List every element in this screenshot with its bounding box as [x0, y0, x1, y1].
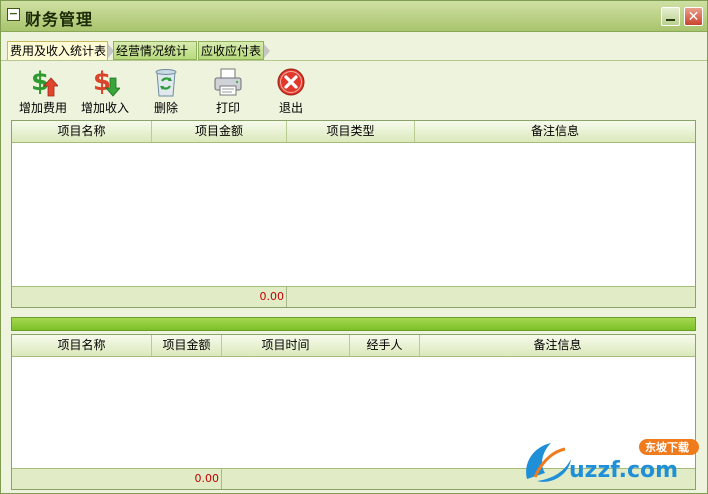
tab-baseline: [1, 60, 707, 61]
money-up-icon: $: [31, 67, 58, 97]
exit-label: 退出: [278, 101, 303, 115]
svg-text:uzzf.com: uzzf.com: [569, 458, 678, 483]
tab-expense-income[interactable]: 费用及收入统计表: [7, 41, 108, 60]
svg-text:东坡下载: 东坡下载: [645, 440, 689, 454]
toolbar: $ 增加费用 $ 增加收入 删除 打印 退出: [1, 63, 707, 117]
table-header: 项目名称 项目金额 项目时间 经手人 备注信息: [12, 335, 695, 357]
column-header[interactable]: 项目金额: [152, 335, 222, 356]
table-footer: 0.00: [12, 286, 695, 307]
tab-strip: 费用及收入统计表 经营情况统计 应收应付表: [1, 41, 707, 61]
panel-splitter[interactable]: [11, 317, 696, 331]
delete-label: 删除: [153, 101, 178, 115]
finance-window: − 财务管理 ✕ 费用及收入统计表 经营情况统计 应收应付表 $ 增加费用 $ …: [0, 0, 708, 494]
uzzf-watermark-logo: uzzf.com 东坡下载: [526, 439, 699, 483]
window-title: 财务管理: [25, 10, 94, 29]
add-income-button[interactable]: $ 增加收入: [75, 63, 135, 117]
column-header[interactable]: 经手人: [350, 335, 420, 356]
close-x-icon: ✕: [687, 8, 700, 25]
column-header[interactable]: 备注信息: [415, 121, 695, 142]
close-button[interactable]: ✕: [684, 7, 703, 26]
expense-income-table[interactable]: 项目名称 项目金额 项目类型 备注信息 0.00: [11, 120, 696, 308]
system-menu-icon[interactable]: −: [7, 8, 20, 21]
column-header[interactable]: 备注信息: [420, 335, 695, 356]
add-expense-label: 增加费用: [18, 101, 67, 115]
svg-text:$: $: [31, 67, 49, 97]
tab-business-stats[interactable]: 经营情况统计: [113, 41, 197, 60]
table-header: 项目名称 项目金额 项目类型 备注信息: [12, 121, 695, 143]
close-circle-icon: [277, 68, 305, 96]
printer-icon: [214, 68, 242, 96]
exit-button[interactable]: 退出: [261, 63, 321, 117]
tab-separator-icon: [264, 44, 270, 58]
column-header[interactable]: 项目名称: [12, 335, 152, 356]
tab-receivable-payable[interactable]: 应收应付表: [198, 41, 264, 60]
title-bar[interactable]: − 财务管理 ✕: [1, 1, 707, 32]
print-label: 打印: [215, 101, 240, 115]
total-amount: 0.00: [152, 469, 222, 489]
column-header[interactable]: 项目名称: [12, 121, 152, 142]
print-button[interactable]: 打印: [198, 63, 258, 117]
recycle-bin-icon: [155, 69, 177, 97]
table-body[interactable]: [12, 143, 695, 286]
column-header[interactable]: 项目金额: [152, 121, 287, 142]
money-down-icon: $: [93, 67, 120, 97]
add-expense-button[interactable]: $ 增加费用: [13, 63, 73, 117]
total-amount: 0.00: [152, 287, 287, 307]
column-header[interactable]: 项目时间: [222, 335, 350, 356]
add-income-label: 增加收入: [80, 101, 129, 115]
column-header[interactable]: 项目类型: [287, 121, 415, 142]
svg-text:$: $: [93, 67, 111, 97]
delete-button[interactable]: 删除: [136, 63, 196, 117]
minimize-button[interactable]: [661, 7, 680, 26]
